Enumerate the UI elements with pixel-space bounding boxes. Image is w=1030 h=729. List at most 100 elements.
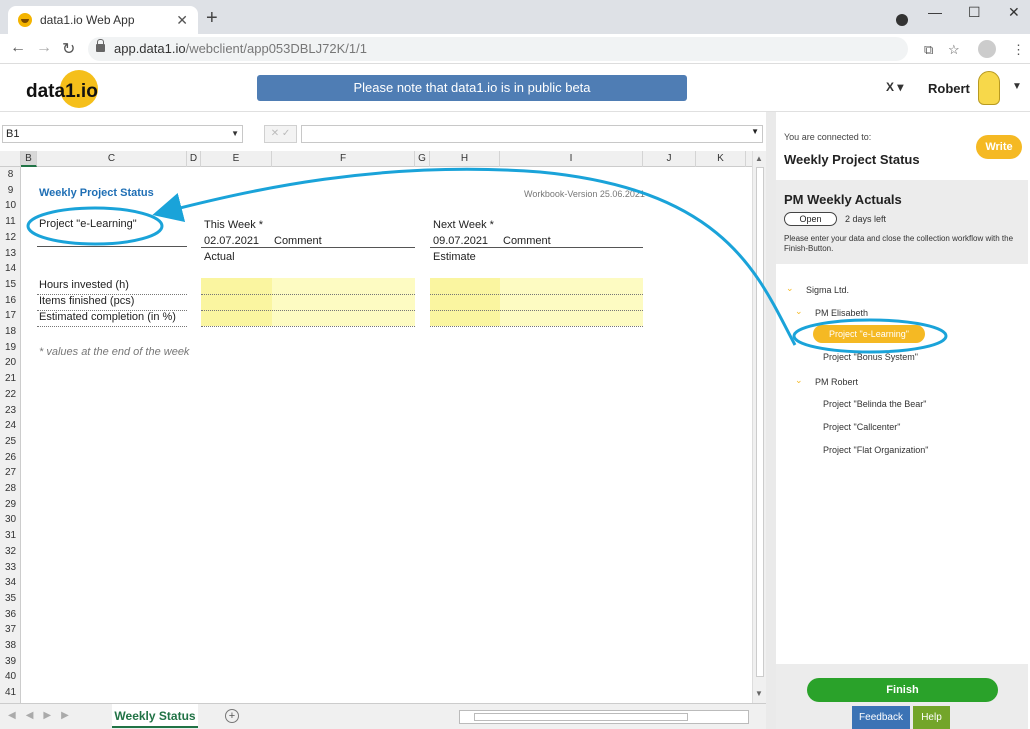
- col-header-k[interactable]: K: [696, 151, 746, 167]
- back-icon[interactable]: ←: [10, 39, 26, 57]
- row-header[interactable]: 12: [0, 230, 21, 246]
- row-header[interactable]: 8: [0, 167, 21, 183]
- minimize-icon[interactable]: —: [928, 4, 942, 20]
- row-header[interactable]: 15: [0, 277, 21, 293]
- avatar-icon[interactable]: [978, 71, 1000, 105]
- row-header[interactable]: 17: [0, 308, 21, 324]
- next-week-items-cell[interactable]: [430, 295, 643, 311]
- row-header[interactable]: 23: [0, 403, 21, 419]
- col-header-e[interactable]: E: [201, 151, 272, 167]
- vertical-scrollbar[interactable]: ▲ ▼: [752, 151, 766, 703]
- row-header[interactable]: 33: [0, 560, 21, 576]
- row-header[interactable]: 10: [0, 198, 21, 214]
- row-header[interactable]: 35: [0, 591, 21, 607]
- row-header[interactable]: 18: [0, 324, 21, 340]
- this-week-items-cell[interactable]: [201, 295, 415, 311]
- translate-icon[interactable]: ⧉: [924, 42, 933, 58]
- browser-tab[interactable]: data1.io Web App ✕: [8, 6, 198, 34]
- this-week-completion-cell[interactable]: [201, 311, 415, 327]
- row-header[interactable]: 26: [0, 450, 21, 466]
- formula-confirm-buttons[interactable]: ✕ ✓: [264, 125, 297, 143]
- row-header[interactable]: 40: [0, 669, 21, 685]
- row-header[interactable]: 25: [0, 434, 21, 450]
- row-header[interactable]: 34: [0, 575, 21, 591]
- reload-icon[interactable]: ↻: [62, 39, 75, 59]
- formula-expand-icon[interactable]: ▼: [751, 127, 759, 136]
- new-tab-icon[interactable]: +: [206, 8, 218, 28]
- forward-icon[interactable]: →: [36, 39, 52, 57]
- finish-button[interactable]: Finish: [807, 678, 998, 702]
- horizontal-scroll-thumb[interactable]: [474, 713, 688, 721]
- row-header[interactable]: 20: [0, 355, 21, 371]
- tree-item-flat-organization[interactable]: Project "Flat Organization": [823, 445, 928, 455]
- star-icon[interactable]: ☆: [948, 42, 960, 58]
- chevron-down-icon[interactable]: ⌄: [786, 283, 794, 294]
- col-header-j[interactable]: J: [643, 151, 696, 167]
- vertical-scroll-thumb[interactable]: [756, 167, 764, 677]
- horizontal-scrollbar[interactable]: [459, 710, 749, 724]
- sheet-tab-weekly-status[interactable]: Weekly Status: [112, 704, 198, 728]
- row-header[interactable]: 27: [0, 465, 21, 481]
- row-header[interactable]: 37: [0, 622, 21, 638]
- tree-item-bonus-system[interactable]: Project "Bonus System": [823, 352, 918, 362]
- formula-input[interactable]: ▼: [301, 125, 763, 143]
- row-header[interactable]: 21: [0, 371, 21, 387]
- col-header-g[interactable]: G: [415, 151, 430, 167]
- next-week-completion-cell[interactable]: [430, 311, 643, 327]
- sheet-nav-icons[interactable]: ◀◀▶▶: [8, 710, 79, 721]
- col-header-d[interactable]: D: [187, 151, 201, 167]
- row-header[interactable]: 41: [0, 685, 21, 701]
- col-header-c[interactable]: C: [37, 151, 187, 167]
- scroll-down-icon[interactable]: ▼: [755, 689, 763, 698]
- col-header-h[interactable]: H: [430, 151, 500, 167]
- name-box[interactable]: B1 ▼: [2, 125, 243, 143]
- tree-item-pm-robert[interactable]: PM Robert: [815, 377, 858, 387]
- row-header[interactable]: 31: [0, 528, 21, 544]
- col-header-i[interactable]: I: [500, 151, 643, 167]
- chevron-down-icon[interactable]: ⌄: [795, 375, 803, 386]
- excel-icon[interactable]: X ▾: [886, 80, 903, 94]
- corner-cell[interactable]: [0, 151, 21, 167]
- row-header[interactable]: 38: [0, 638, 21, 654]
- row-header[interactable]: 39: [0, 654, 21, 670]
- row-header[interactable]: 14: [0, 261, 21, 277]
- tree-item-e-learning[interactable]: Project "e-Learning": [813, 325, 925, 343]
- url-field[interactable]: app.data1.io/webclient/app053DBLJ72K/1/1: [88, 37, 908, 61]
- panel-divider[interactable]: [766, 112, 776, 729]
- chevron-down-icon[interactable]: ▼: [1012, 81, 1022, 92]
- scroll-up-icon[interactable]: ▲: [755, 154, 763, 163]
- user-name[interactable]: Robert: [928, 81, 970, 96]
- name-box-dropdown-icon[interactable]: ▼: [231, 126, 239, 142]
- row-header[interactable]: 19: [0, 340, 21, 356]
- row-header[interactable]: 13: [0, 246, 21, 262]
- chrome-profile-icon[interactable]: [896, 14, 908, 26]
- tree-item-callcenter[interactable]: Project "Callcenter": [823, 422, 900, 432]
- profile-icon[interactable]: [978, 40, 996, 58]
- row-header[interactable]: 9: [0, 183, 21, 199]
- col-header-b[interactable]: B: [21, 151, 37, 167]
- row-header[interactable]: 22: [0, 387, 21, 403]
- row-header[interactable]: 28: [0, 481, 21, 497]
- row-header[interactable]: 16: [0, 293, 21, 309]
- maximize-icon[interactable]: ☐: [968, 4, 981, 21]
- row-header[interactable]: 30: [0, 512, 21, 528]
- close-window-icon[interactable]: ✕: [1008, 4, 1020, 21]
- row-header[interactable]: 29: [0, 497, 21, 513]
- row-header[interactable]: 36: [0, 607, 21, 623]
- write-button[interactable]: Write: [976, 135, 1022, 159]
- add-sheet-icon[interactable]: +: [225, 709, 239, 723]
- help-button[interactable]: Help: [913, 706, 950, 729]
- col-header-f[interactable]: F: [272, 151, 415, 167]
- close-tab-icon[interactable]: ✕: [176, 12, 188, 29]
- tree-item-pm-elisabeth[interactable]: PM Elisabeth: [815, 308, 868, 318]
- chevron-down-icon[interactable]: ⌄: [795, 306, 803, 317]
- menu-icon[interactable]: ⋮: [1012, 42, 1025, 58]
- tree-item-sigma[interactable]: Sigma Ltd.: [806, 285, 849, 295]
- row-header[interactable]: 32: [0, 544, 21, 560]
- this-week-hours-cell[interactable]: [201, 279, 415, 295]
- feedback-button[interactable]: Feedback: [852, 706, 910, 729]
- row-header[interactable]: 11: [0, 214, 21, 230]
- spreadsheet-grid[interactable]: B C D E F G H I J K 8 9 10 11 12 13 14 15 16 17 18…: [0, 151, 752, 703]
- row-header[interactable]: 24: [0, 418, 21, 434]
- next-week-hours-cell[interactable]: [430, 279, 643, 295]
